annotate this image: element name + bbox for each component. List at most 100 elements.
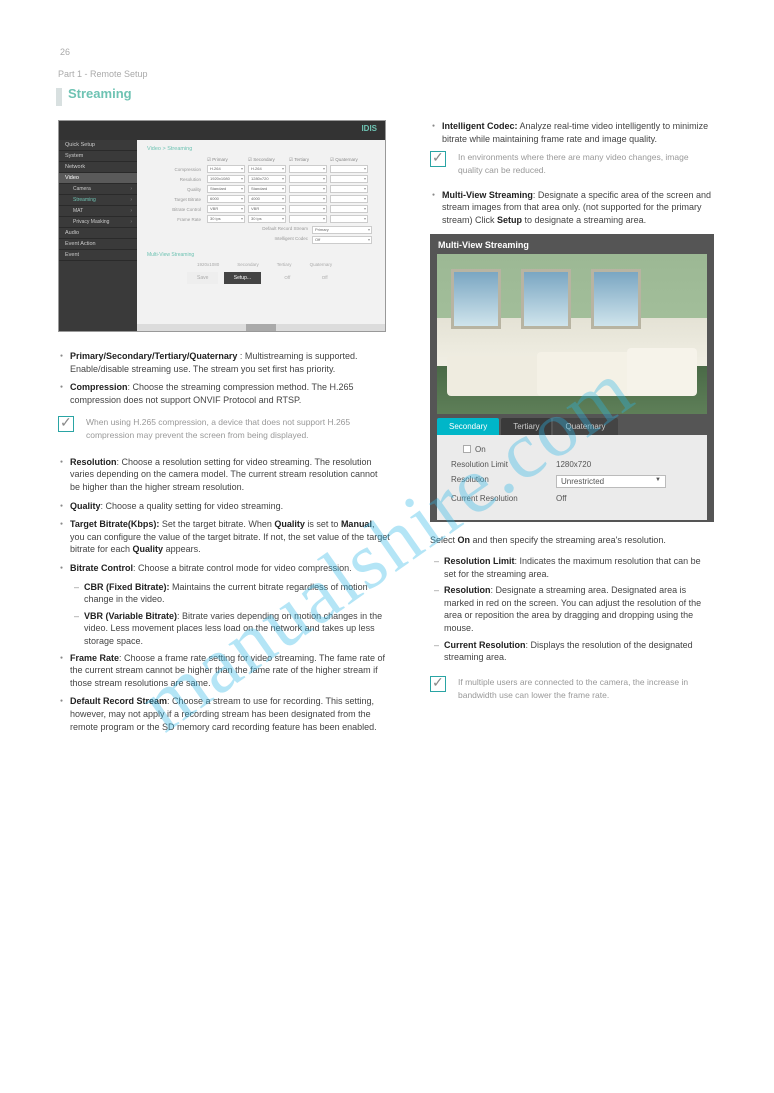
setting-row: Bitrate ControlVBRVBR <box>147 205 375 213</box>
row-label: Compression <box>147 167 207 172</box>
ss1-main: Video > Streaming ☑ Primary☑ Secondary☑ … <box>137 140 385 332</box>
check-icon <box>430 676 446 692</box>
bullet-item: Compression: Choose the streaming compre… <box>70 381 390 406</box>
setting-row: QualityStandardStandard <box>147 185 375 193</box>
tab-secondary[interactable]: Secondary <box>437 418 499 435</box>
sidebar-item[interactable]: Event <box>59 250 137 261</box>
row-val-dropdown[interactable]: 1920x1080 <box>207 175 245 183</box>
select-on-para: Select On and then specify the streaming… <box>430 534 714 547</box>
sidebar-item[interactable]: Camera <box>59 184 137 195</box>
reslimit-val: 1280x720 <box>556 460 693 469</box>
left-column: IDIS Quick SetupSystemNetworkVideoCamera… <box>58 75 390 739</box>
row-label: Bitrate Control <box>147 207 207 212</box>
bullet-item: Multi-View Streaming: Designate a specif… <box>442 189 714 227</box>
bullet-item: Default Record Stream: Choose a stream t… <box>70 695 390 733</box>
row-val-dropdown[interactable]: 30 ips <box>207 215 245 223</box>
row-val-dropdown[interactable]: H.264 <box>207 165 245 173</box>
ss1-mt-1: 1920x1080 <box>197 262 219 267</box>
ss1-setup-btn[interactable]: Setup... <box>224 272 261 284</box>
tab-tertiary[interactable]: Tertiary <box>501 418 551 435</box>
setting-row: CompressionH.264H.264 <box>147 165 375 173</box>
row-val-dropdown[interactable] <box>289 195 327 203</box>
ss2-panel: On Resolution Limit 1280x720 Resolution … <box>437 435 707 522</box>
ss1-breadcrumb: Video > Streaming <box>147 146 375 152</box>
on-checkbox[interactable] <box>463 445 471 453</box>
row-label: Target Bitrate <box>147 197 207 202</box>
col-header: ☑ Primary <box>207 157 245 163</box>
row-label: Quality <box>147 187 207 192</box>
row-val-dropdown[interactable] <box>289 175 327 183</box>
sidebar-item[interactable]: Quick Setup <box>59 140 137 151</box>
bullet-item: Intelligent Codec: Analyze real-time vid… <box>442 120 714 145</box>
row-val-dropdown[interactable]: Standard <box>248 185 286 193</box>
ss1-off-1: Off <box>284 275 290 280</box>
ss1-sidebar[interactable]: Quick SetupSystemNetworkVideoCameraStrea… <box>59 140 137 332</box>
on-label: On <box>475 445 486 454</box>
sidebar-item[interactable]: Event Action <box>59 239 137 250</box>
sub-item: Current Resolution: Displays the resolut… <box>444 639 714 664</box>
ss1-mv-head: Multi-View Streaming <box>147 252 375 258</box>
sub-item: CBR (Fixed Bitrate): Maintains the curre… <box>84 581 390 606</box>
row-val-dropdown[interactable]: VBR <box>207 205 245 213</box>
row-val-dropdown[interactable] <box>289 205 327 213</box>
row-val-dropdown[interactable]: H.264 <box>248 165 286 173</box>
resolution-dropdown[interactable]: Unrestricted <box>556 475 666 488</box>
curres-val: Off <box>556 494 693 503</box>
bullet-item: Resolution: Choose a resolution setting … <box>70 456 390 494</box>
col-header: ☑ Tertiary <box>289 157 327 163</box>
row-val-dropdown[interactable]: 4000 <box>248 195 286 203</box>
row-val-dropdown[interactable] <box>330 215 368 223</box>
check-icon <box>58 416 74 432</box>
ss2-tabs: Secondary Tertiary Quaternary <box>432 414 712 435</box>
multiview-screenshot: Multi-View Streaming Secondary Tertiary … <box>430 234 714 522</box>
ss2-title: Multi-View Streaming <box>432 236 712 254</box>
row-val-dropdown[interactable] <box>330 205 368 213</box>
reslimit-label: Resolution Limit <box>451 460 556 469</box>
ss1-mt-4: Quaternary <box>310 262 333 267</box>
row-label: Frame Rate <box>147 217 207 222</box>
bullet-item: Quality: Choose a quality setting for vi… <box>70 500 390 513</box>
sidebar-item[interactable]: Video <box>59 173 137 184</box>
sidebar-item[interactable]: Network <box>59 162 137 173</box>
sidebar-item[interactable]: Audio <box>59 228 137 239</box>
row-val-dropdown[interactable] <box>289 185 327 193</box>
sidebar-item[interactable]: System <box>59 151 137 162</box>
sub-item: Resolution Limit: Indicates the maximum … <box>444 555 714 580</box>
row-val-dropdown[interactable] <box>330 185 368 193</box>
ss1-ic-val[interactable]: Off <box>312 236 372 244</box>
bullet-item: Bitrate Control: Choose a bitrate contro… <box>70 562 390 575</box>
ss1-drs-val[interactable]: Primary <box>312 226 372 234</box>
row-val-dropdown[interactable] <box>330 175 368 183</box>
row-val-dropdown[interactable]: 1280x720 <box>248 175 286 183</box>
bullet-item: Primary/Secondary/Tertiary/Quaternary : … <box>70 350 390 375</box>
ss1-off-2: Off <box>322 275 328 280</box>
ss1-header: IDIS <box>59 121 385 140</box>
tab-quaternary[interactable]: Quaternary <box>553 418 617 435</box>
ss1-ic-label: Intelligent Codec <box>274 236 308 244</box>
setting-row: Target Bitrate60004000 <box>147 195 375 203</box>
sidebar-item[interactable]: Privacy Masking <box>59 217 137 228</box>
sub-item: VBR (Variable Bitrate): Bitrate varies d… <box>84 610 390 648</box>
col-header: ☑ Quaternary <box>330 157 368 163</box>
ss1-drs-label: Default Record Stream <box>262 226 308 234</box>
note-compression: When using H.265 compression, a device t… <box>86 416 390 442</box>
row-val-dropdown[interactable] <box>289 215 327 223</box>
res-label: Resolution <box>451 475 556 488</box>
row-val-dropdown[interactable] <box>289 165 327 173</box>
row-val-dropdown[interactable] <box>330 195 368 203</box>
ss1-mt-3: Tertiary <box>277 262 292 267</box>
row-val-dropdown[interactable]: Standard <box>207 185 245 193</box>
sidebar-item[interactable]: Streaming <box>59 195 137 206</box>
setting-row: Frame Rate30 ips30 ips <box>147 215 375 223</box>
row-val-dropdown[interactable]: 30 ips <box>248 215 286 223</box>
sidebar-item[interactable]: MAT <box>59 206 137 217</box>
sub-item: Resolution: Designate a streaming area. … <box>444 584 714 634</box>
ss1-save-btn[interactable]: Save <box>187 272 218 284</box>
note-bandwidth: If multiple users are connected to the c… <box>458 676 714 702</box>
row-val-dropdown[interactable]: VBR <box>248 205 286 213</box>
page-content: 26 Part 1 - Remote Setup Streaming IDIS … <box>58 75 718 1043</box>
row-val-dropdown[interactable] <box>330 165 368 173</box>
row-val-dropdown[interactable]: 6000 <box>207 195 245 203</box>
ss1-mt-2: Secondary <box>237 262 259 267</box>
idis-logo: IDIS <box>361 124 377 133</box>
